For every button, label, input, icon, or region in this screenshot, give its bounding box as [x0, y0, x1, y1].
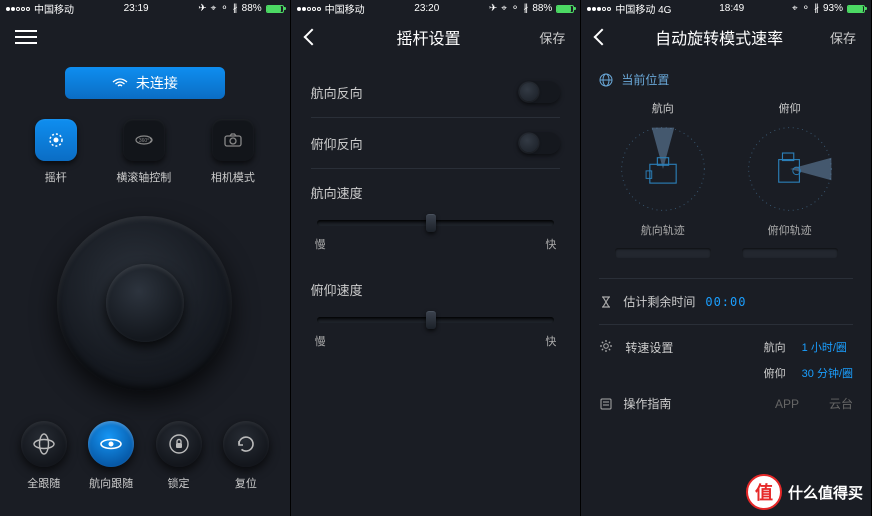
- pitch-reverse-toggle[interactable]: [518, 132, 560, 154]
- status-bar: 中国移动 23:20 ✈︎⌖⚬∦ 88%: [291, 0, 581, 17]
- est-time-value: 00:00: [705, 295, 746, 309]
- menu-button[interactable]: [15, 30, 37, 44]
- heading-speed-slider[interactable]: [317, 220, 555, 226]
- reset-icon: [234, 432, 258, 456]
- heading-diagram: 航向 航向轨迹: [615, 100, 711, 258]
- svg-text:360°: 360°: [139, 138, 149, 144]
- heading-reverse-toggle[interactable]: [518, 81, 560, 103]
- mode-heading-follow[interactable]: 航向跟随: [88, 421, 134, 491]
- battery-pct: 88%: [242, 3, 262, 14]
- heading-reverse-label: 航向反向: [311, 83, 363, 102]
- watermark: 值 什么值得买: [746, 474, 863, 510]
- mode-joystick[interactable]: 摇杆: [35, 119, 77, 185]
- carrier: 中国移动: [34, 1, 74, 16]
- hourglass-icon: [599, 295, 613, 309]
- heading-speed-label: 航向速度: [311, 183, 561, 202]
- pitch-speed-value: 30 分钟/圈: [802, 365, 853, 381]
- full-follow-icon: [31, 431, 57, 457]
- status-bar: 中国移动 4G 18:49 ⌖⚬∦ 93%: [581, 0, 871, 17]
- clock: 23:20: [414, 3, 439, 14]
- pitch-speed-slider[interactable]: [317, 317, 555, 323]
- heading-follow-icon: [98, 431, 124, 457]
- mode-camera[interactable]: 相机模式: [211, 119, 255, 185]
- pitch-diagram: 俯仰 俯仰轨迹: [742, 100, 838, 258]
- mode-roll-axis[interactable]: 360° 横滚轴控制: [116, 119, 171, 185]
- pitch-track-slider[interactable]: [742, 248, 838, 258]
- mode-full-follow[interactable]: 全跟随: [21, 421, 67, 491]
- connect-button[interactable]: 未连接: [65, 67, 225, 99]
- book-icon: [599, 397, 613, 411]
- est-time-label: 估计剩余时间: [623, 293, 695, 310]
- page-title: 自动旋转模式速率: [655, 25, 783, 49]
- save-button[interactable]: 保存: [830, 28, 856, 47]
- screen-joystick-control: 中国移动 23:19 ✈︎⌖⚬∦ 88% 未连接 摇杆 360° 横滚轴控制 相…: [0, 0, 291, 516]
- globe-icon: [599, 73, 613, 87]
- gear-icon: [599, 339, 613, 353]
- status-bar: 中国移动 23:19 ✈︎⌖⚬∦ 88%: [0, 0, 290, 17]
- connect-label: 未连接: [136, 73, 178, 93]
- back-button[interactable]: [303, 29, 320, 46]
- screen-joystick-settings: 中国移动 23:20 ✈︎⌖⚬∦ 88% 摇杆设置 保存 航向反向 俯仰反向 航…: [291, 0, 582, 516]
- heading-speed-value: 1 小时/圈: [802, 339, 853, 355]
- wifi-icon: [112, 78, 128, 88]
- back-button[interactable]: [594, 29, 611, 46]
- header: [0, 17, 290, 57]
- clock: 18:49: [719, 3, 744, 14]
- camera-icon: [222, 129, 244, 151]
- mode-reset[interactable]: 复位: [223, 421, 269, 491]
- virtual-joystick[interactable]: [57, 216, 232, 391]
- joystick-icon: [45, 129, 67, 151]
- screen-auto-rotate-speed: 中国移动 4G 18:49 ⌖⚬∦ 93% 自动旋转模式速率 保存 当前位置 航…: [581, 0, 872, 516]
- clock: 23:19: [124, 3, 149, 14]
- mode-lock[interactable]: 锁定: [156, 421, 202, 491]
- pitch-reverse-label: 俯仰反向: [311, 134, 363, 153]
- lock-icon: [167, 432, 191, 456]
- save-button[interactable]: 保存: [539, 28, 565, 47]
- pitch-speed-label: 俯仰速度: [311, 280, 561, 299]
- operation-guide[interactable]: 操作指南 APP 云台: [599, 395, 853, 412]
- heading-track-slider[interactable]: [615, 248, 711, 258]
- page-title: 摇杆设置: [396, 25, 460, 49]
- roll-icon: 360°: [133, 129, 155, 151]
- speed-settings[interactable]: 转速设置 航向1 小时/圈 俯仰30 分钟/圈: [599, 339, 853, 381]
- current-position-label: 当前位置: [621, 71, 669, 88]
